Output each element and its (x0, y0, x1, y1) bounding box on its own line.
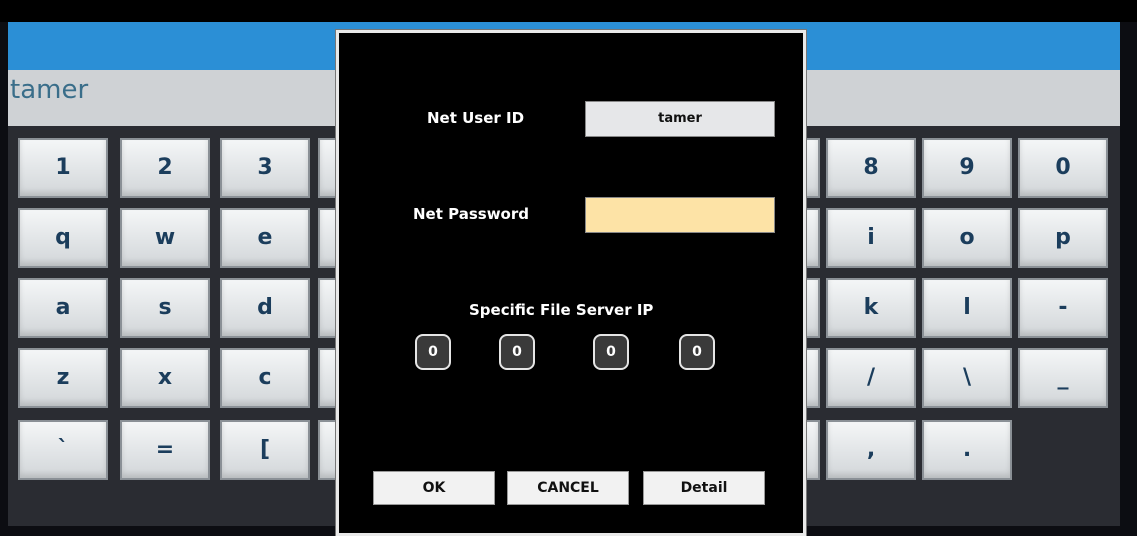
key-9[interactable]: 9 (922, 138, 1012, 198)
key-o[interactable]: o (922, 208, 1012, 268)
key-e[interactable]: e (220, 208, 310, 268)
key-period[interactable]: . (922, 420, 1012, 480)
top-strip (0, 0, 1137, 22)
key-k[interactable]: k (826, 278, 916, 338)
key-backtick[interactable]: ` (18, 420, 108, 480)
ip-octet-4[interactable]: 0 (679, 334, 715, 370)
user-id-label: Net User ID (427, 109, 525, 127)
key-backslash[interactable]: \ (922, 348, 1012, 408)
ip-octet-1[interactable]: 0 (415, 334, 451, 370)
key-d[interactable]: d (220, 278, 310, 338)
key-p[interactable]: p (1018, 208, 1108, 268)
password-label: Net Password (413, 205, 529, 223)
key-i[interactable]: i (826, 208, 916, 268)
key-z[interactable]: z (18, 348, 108, 408)
key-q[interactable]: q (18, 208, 108, 268)
key-0[interactable]: 0 (1018, 138, 1108, 198)
key-w[interactable]: w (120, 208, 210, 268)
ip-octet-3[interactable]: 0 (593, 334, 629, 370)
key-equals[interactable]: = (120, 420, 210, 480)
key-c[interactable]: c (220, 348, 310, 408)
key-l[interactable]: l (922, 278, 1012, 338)
key-3[interactable]: 3 (220, 138, 310, 198)
password-field[interactable] (585, 197, 775, 233)
key-underscore[interactable]: _ (1018, 348, 1108, 408)
network-login-dialog: Net User ID tamer Net Password Specific … (335, 29, 807, 536)
key-s[interactable]: s (120, 278, 210, 338)
server-ip-label: Specific File Server IP (469, 301, 654, 319)
key-a[interactable]: a (18, 278, 108, 338)
key-8[interactable]: 8 (826, 138, 916, 198)
detail-button[interactable]: Detail (643, 471, 765, 505)
key-left-bracket[interactable]: [ (220, 420, 310, 480)
key-minus[interactable]: - (1018, 278, 1108, 338)
ip-octet-2[interactable]: 0 (499, 334, 535, 370)
input-text: tamer (10, 75, 89, 105)
key-2[interactable]: 2 (120, 138, 210, 198)
key-x[interactable]: x (120, 348, 210, 408)
cancel-button[interactable]: CANCEL (507, 471, 629, 505)
key-slash[interactable]: / (826, 348, 916, 408)
user-id-field[interactable]: tamer (585, 101, 775, 137)
key-comma[interactable]: , (826, 420, 916, 480)
ok-button[interactable]: OK (373, 471, 495, 505)
key-1[interactable]: 1 (18, 138, 108, 198)
